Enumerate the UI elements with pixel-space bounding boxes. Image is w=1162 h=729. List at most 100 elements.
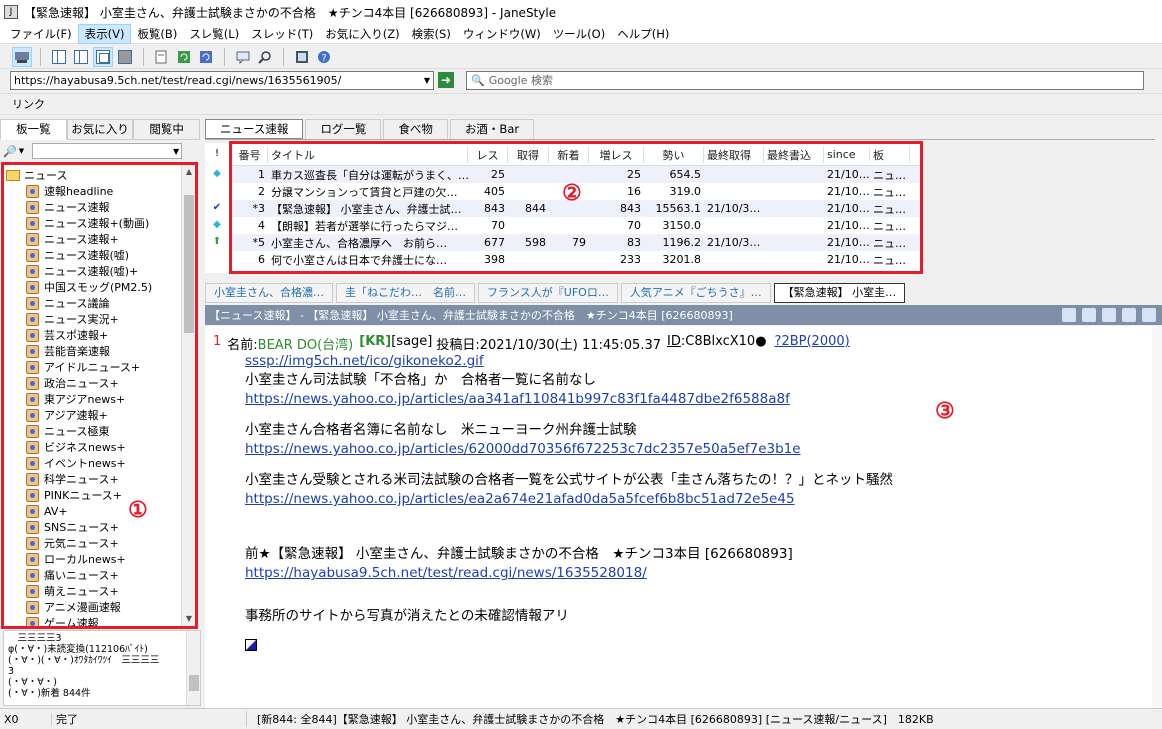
tree-board-item[interactable]: AV+	[6, 503, 184, 519]
tree-folder-news[interactable]: ニュース	[6, 167, 184, 183]
menu-tools[interactable]: ツール(O)	[547, 25, 612, 43]
pane-layout-1-icon[interactable]	[49, 47, 69, 67]
tab-liquor-bar[interactable]: お酒・Bar	[449, 119, 535, 139]
reload-icon[interactable]	[1142, 308, 1156, 322]
thread-row[interactable]: 6 何で小室さんは日本で弁護士にな… 398 233 3201.8 21/10… ニュ…	[232, 251, 920, 268]
tree-board-item[interactable]: ゲーム速報	[6, 615, 184, 626]
scroll-up-icon[interactable]: ▲	[182, 165, 195, 179]
article-link[interactable]: https://news.yahoo.co.jp/articles/ea2a67…	[245, 491, 795, 507]
col-res[interactable]: レス	[468, 146, 508, 163]
tree-board-item[interactable]: 中国スモッグ(PM2.5)	[6, 279, 184, 295]
col-momentum[interactable]: 勢い	[644, 146, 704, 163]
image-thumbnail-icon[interactable]	[245, 639, 257, 651]
chevron-down-icon[interactable]: ▼	[19, 147, 24, 155]
menu-search[interactable]: 検索(S)	[406, 25, 457, 43]
edit-icon[interactable]	[152, 47, 172, 67]
scroll-thumb[interactable]	[184, 195, 194, 333]
tree-board-item[interactable]: ニュース速報	[6, 199, 184, 215]
tree-board-item[interactable]: ニュース速報+(動画)	[6, 215, 184, 231]
tree-board-item[interactable]: イベントnews+	[6, 455, 184, 471]
filter-icon[interactable]	[1082, 308, 1096, 322]
pane-layout-3-icon[interactable]	[93, 46, 113, 67]
thread-tab[interactable]: フランス人が『UFOロ…	[478, 283, 618, 303]
link-bar-label[interactable]: リンク	[12, 96, 45, 112]
menu-board-list[interactable]: 板覧(B)	[131, 25, 183, 43]
tree-board-item[interactable]: 痛いニュース+	[6, 567, 184, 583]
pane-layout-2-icon[interactable]	[71, 47, 91, 67]
article-link[interactable]: https://news.yahoo.co.jp/articles/62000d…	[245, 441, 801, 457]
post-id-label[interactable]: ID	[667, 334, 681, 353]
search-icon[interactable]: 🔎	[3, 145, 17, 158]
thread-tab[interactable]: 圭「ねこだわ… 名前…	[336, 283, 475, 303]
thread-row[interactable]: *5 小室圭さん、合格濃厚へ お前ら… 677 598 79 83 1196.2 21/10/…	[232, 234, 920, 251]
thread-tab-active[interactable]: 【緊急速報】 小室圭…	[773, 283, 906, 303]
menu-file[interactable]: ファイル(F)	[4, 25, 78, 43]
col-new[interactable]: 新着	[549, 146, 589, 163]
save-icon[interactable]	[1122, 308, 1136, 322]
tree-board-item[interactable]: ニュース速報+	[6, 231, 184, 247]
tree-board-item[interactable]: ニュース極東	[6, 423, 184, 439]
tree-board-item[interactable]: 萌えニュース+	[6, 583, 184, 599]
menu-thread-list[interactable]: スレ覧(L)	[183, 25, 245, 43]
pane-layout-4-icon[interactable]	[115, 47, 135, 67]
col-board[interactable]: 板	[870, 146, 910, 163]
filter-dropdown[interactable]: ▼	[32, 143, 183, 159]
tree-board-item[interactable]: PINKニュース+	[6, 487, 184, 503]
tree-board-item[interactable]: SNSニュース+	[6, 519, 184, 535]
connect-icon[interactable]	[12, 46, 32, 67]
tree-board-item[interactable]: 芸スポ速報+	[6, 327, 184, 343]
comment-icon[interactable]	[233, 47, 253, 67]
thread-tab[interactable]: 小室圭さん、合格濃…	[205, 283, 333, 303]
tree-board-item[interactable]: アイドルニュース+	[6, 359, 184, 375]
thread-tab[interactable]: 人気アニメ『ごちうさ』…	[620, 283, 771, 303]
col-since[interactable]: since	[824, 148, 870, 161]
tree-board-item[interactable]: アニメ漫画速報	[6, 599, 184, 615]
menu-view[interactable]: 表示(V)	[77, 23, 132, 44]
document-icon[interactable]	[1102, 308, 1116, 322]
tree-board-item[interactable]: ローカルnews+	[6, 551, 184, 567]
url-input[interactable]: https://hayabusa9.5ch.net/test/read.cgi/…	[10, 70, 434, 90]
chevron-down-icon[interactable]: ▼	[424, 76, 430, 85]
menu-help[interactable]: ヘルプ(H)	[611, 25, 675, 43]
log-scrollbar[interactable]	[186, 631, 200, 705]
col-title[interactable]: タイトル	[268, 146, 468, 163]
be-link[interactable]: ?2BP(2000)	[775, 334, 850, 353]
tree-board-item[interactable]: 元気ニュース+	[6, 535, 184, 551]
scroll-down-icon[interactable]: ▼	[182, 612, 195, 626]
clock-icon[interactable]	[1062, 308, 1076, 322]
tree-board-item[interactable]: 政治ニュース+	[6, 375, 184, 391]
search-input[interactable]: 🔍 Google 検索	[466, 70, 1144, 90]
tree-board-item[interactable]: ニュース速報(嘘)+	[6, 263, 184, 279]
search-icon[interactable]	[255, 47, 275, 67]
tree-board-item[interactable]: ニュース速報(嘘)	[6, 247, 184, 263]
tab-browsing[interactable]: 閲覧中	[133, 119, 201, 140]
prev-thread-link[interactable]: https://hayabusa9.5ch.net/test/read.cgi/…	[245, 565, 647, 581]
tree-board-item[interactable]: ニュース実況+	[6, 311, 184, 327]
article-link[interactable]: https://news.yahoo.co.jp/articles/aa341a…	[245, 391, 790, 407]
col-number[interactable]: 番号	[232, 146, 268, 163]
col-last-fetch[interactable]: 最終取得	[704, 146, 764, 163]
menu-window[interactable]: ウィンドウ(W)	[457, 25, 547, 43]
tree-scrollbar[interactable]: ▲ ▼	[181, 165, 195, 626]
tab-board-list[interactable]: 板一覧	[0, 119, 67, 140]
go-button[interactable]: ➜	[438, 72, 454, 88]
col-increase[interactable]: 増レス	[589, 146, 644, 163]
refresh-icon[interactable]	[174, 47, 194, 67]
tree-board-item[interactable]: 東アジアnews+	[6, 391, 184, 407]
tree-board-item[interactable]: ビジネスnews+	[6, 439, 184, 455]
col-last-post[interactable]: 最終書込	[764, 146, 824, 163]
tree-board-item[interactable]: 速報headline	[6, 183, 184, 199]
thread-row[interactable]: 4 【朗報】若者が選挙に行ったらマジ… 70 70 3150.0 21/10… ニュ…	[232, 217, 920, 234]
settings-icon[interactable]	[292, 47, 312, 67]
tree-board-item[interactable]: 科学ニュース+	[6, 471, 184, 487]
tree-board-item[interactable]: 芸能音楽速報	[6, 343, 184, 359]
help-icon[interactable]: ?	[314, 47, 334, 67]
viewer-scrollbar[interactable]	[1152, 326, 1162, 708]
col-fetched[interactable]: 取得	[508, 146, 549, 163]
menu-thread[interactable]: スレッド(T)	[245, 25, 319, 43]
refresh-all-icon[interactable]	[196, 47, 216, 67]
menu-favorites[interactable]: お気に入り(Z)	[319, 25, 405, 43]
tree-board-item[interactable]: アジア速報+	[6, 407, 184, 423]
tab-favorites[interactable]: お気に入り	[66, 119, 134, 140]
tree-board-item[interactable]: ニュース議論	[6, 295, 184, 311]
